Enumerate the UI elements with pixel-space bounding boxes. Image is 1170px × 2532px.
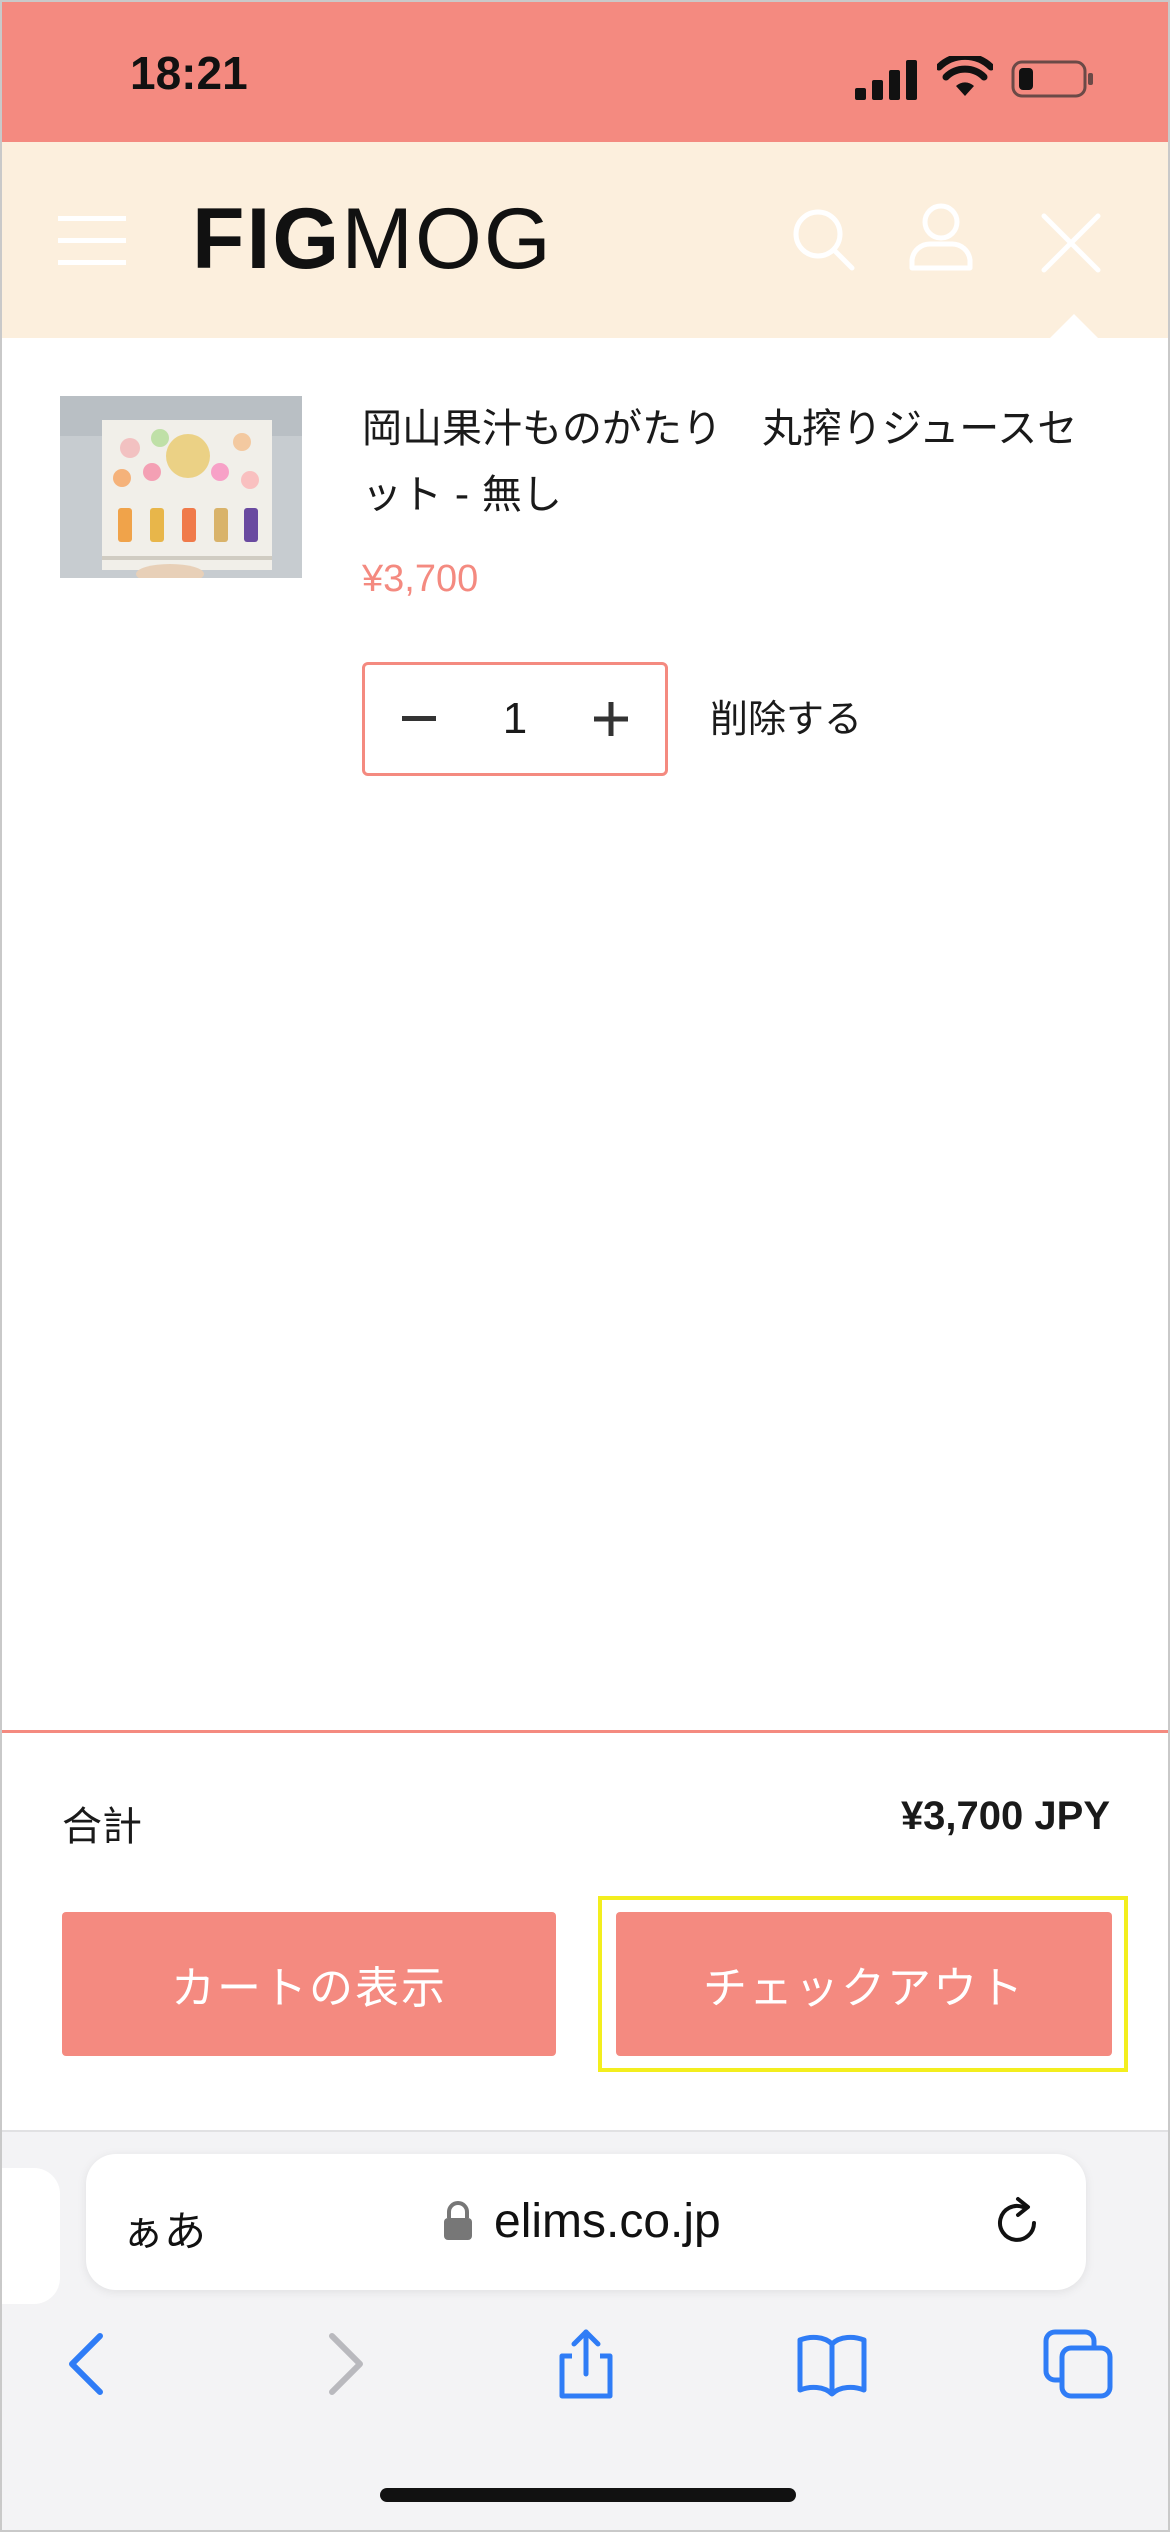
product-photo bbox=[60, 396, 302, 578]
increase-quantity-button[interactable] bbox=[581, 689, 641, 749]
bookmarks-icon[interactable] bbox=[796, 2328, 868, 2400]
home-indicator[interactable] bbox=[380, 2488, 796, 2502]
product-price: ¥3,700 bbox=[362, 558, 479, 600]
plus-icon bbox=[593, 702, 628, 736]
address-bar[interactable]: ぁあ elims.co.jp bbox=[86, 2154, 1086, 2290]
share-icon[interactable] bbox=[550, 2328, 622, 2400]
lock-icon bbox=[444, 2201, 472, 2240]
quantity-stepper: 1 bbox=[362, 662, 668, 776]
logo-text-bold: FIG bbox=[192, 190, 342, 287]
product-thumbnail[interactable] bbox=[60, 396, 302, 578]
minus-icon bbox=[402, 716, 436, 721]
checkout-button[interactable]: チェックアウト bbox=[616, 1912, 1112, 2056]
browser-toolbar: ぁあ elims.co.jp bbox=[2, 2130, 1168, 2530]
close-icon[interactable] bbox=[1038, 210, 1104, 276]
cellular-signal-icon bbox=[855, 60, 917, 100]
forward-icon[interactable] bbox=[306, 2328, 378, 2400]
footer-divider bbox=[2, 1730, 1168, 1733]
quantity-value[interactable]: 1 bbox=[503, 694, 527, 744]
previous-tab-preview[interactable] bbox=[2, 2168, 60, 2304]
logo-text-light: MOG bbox=[341, 190, 553, 287]
status-time: 18:21 bbox=[130, 47, 248, 99]
remove-item-link[interactable]: 削除する bbox=[710, 688, 862, 743]
hamburger-menu-icon[interactable] bbox=[58, 214, 126, 266]
battery-icon bbox=[1011, 60, 1093, 98]
reload-icon[interactable] bbox=[990, 2196, 1044, 2250]
url-text[interactable]: elims.co.jp bbox=[494, 2194, 721, 2249]
product-title[interactable]: 岡山果汁ものがたり 丸搾りジュースセット - 無し bbox=[362, 396, 1102, 528]
back-icon[interactable] bbox=[54, 2328, 126, 2400]
tabs-icon[interactable] bbox=[1042, 2328, 1114, 2400]
site-header: FIG MOG bbox=[2, 142, 1168, 340]
site-logo[interactable]: FIG MOG bbox=[192, 191, 553, 287]
search-icon[interactable] bbox=[790, 206, 856, 272]
drawer-caret bbox=[1048, 314, 1100, 340]
screen: 18:21 FIG MOG 岡山果汁ものがたり 丸搾りジュースセット - 無し … bbox=[0, 0, 1170, 2532]
total-label: 合計 bbox=[62, 1804, 142, 1850]
total-value: ¥3,700 JPY bbox=[900, 1794, 1110, 1838]
decrease-quantity-button[interactable] bbox=[389, 689, 449, 749]
status-bar: 18:21 bbox=[2, 2, 1168, 142]
wifi-icon bbox=[937, 56, 993, 96]
view-cart-button[interactable]: カートの表示 bbox=[62, 1912, 556, 2056]
text-size-button[interactable]: ぁあ bbox=[122, 2198, 206, 2259]
account-icon[interactable] bbox=[908, 202, 974, 272]
